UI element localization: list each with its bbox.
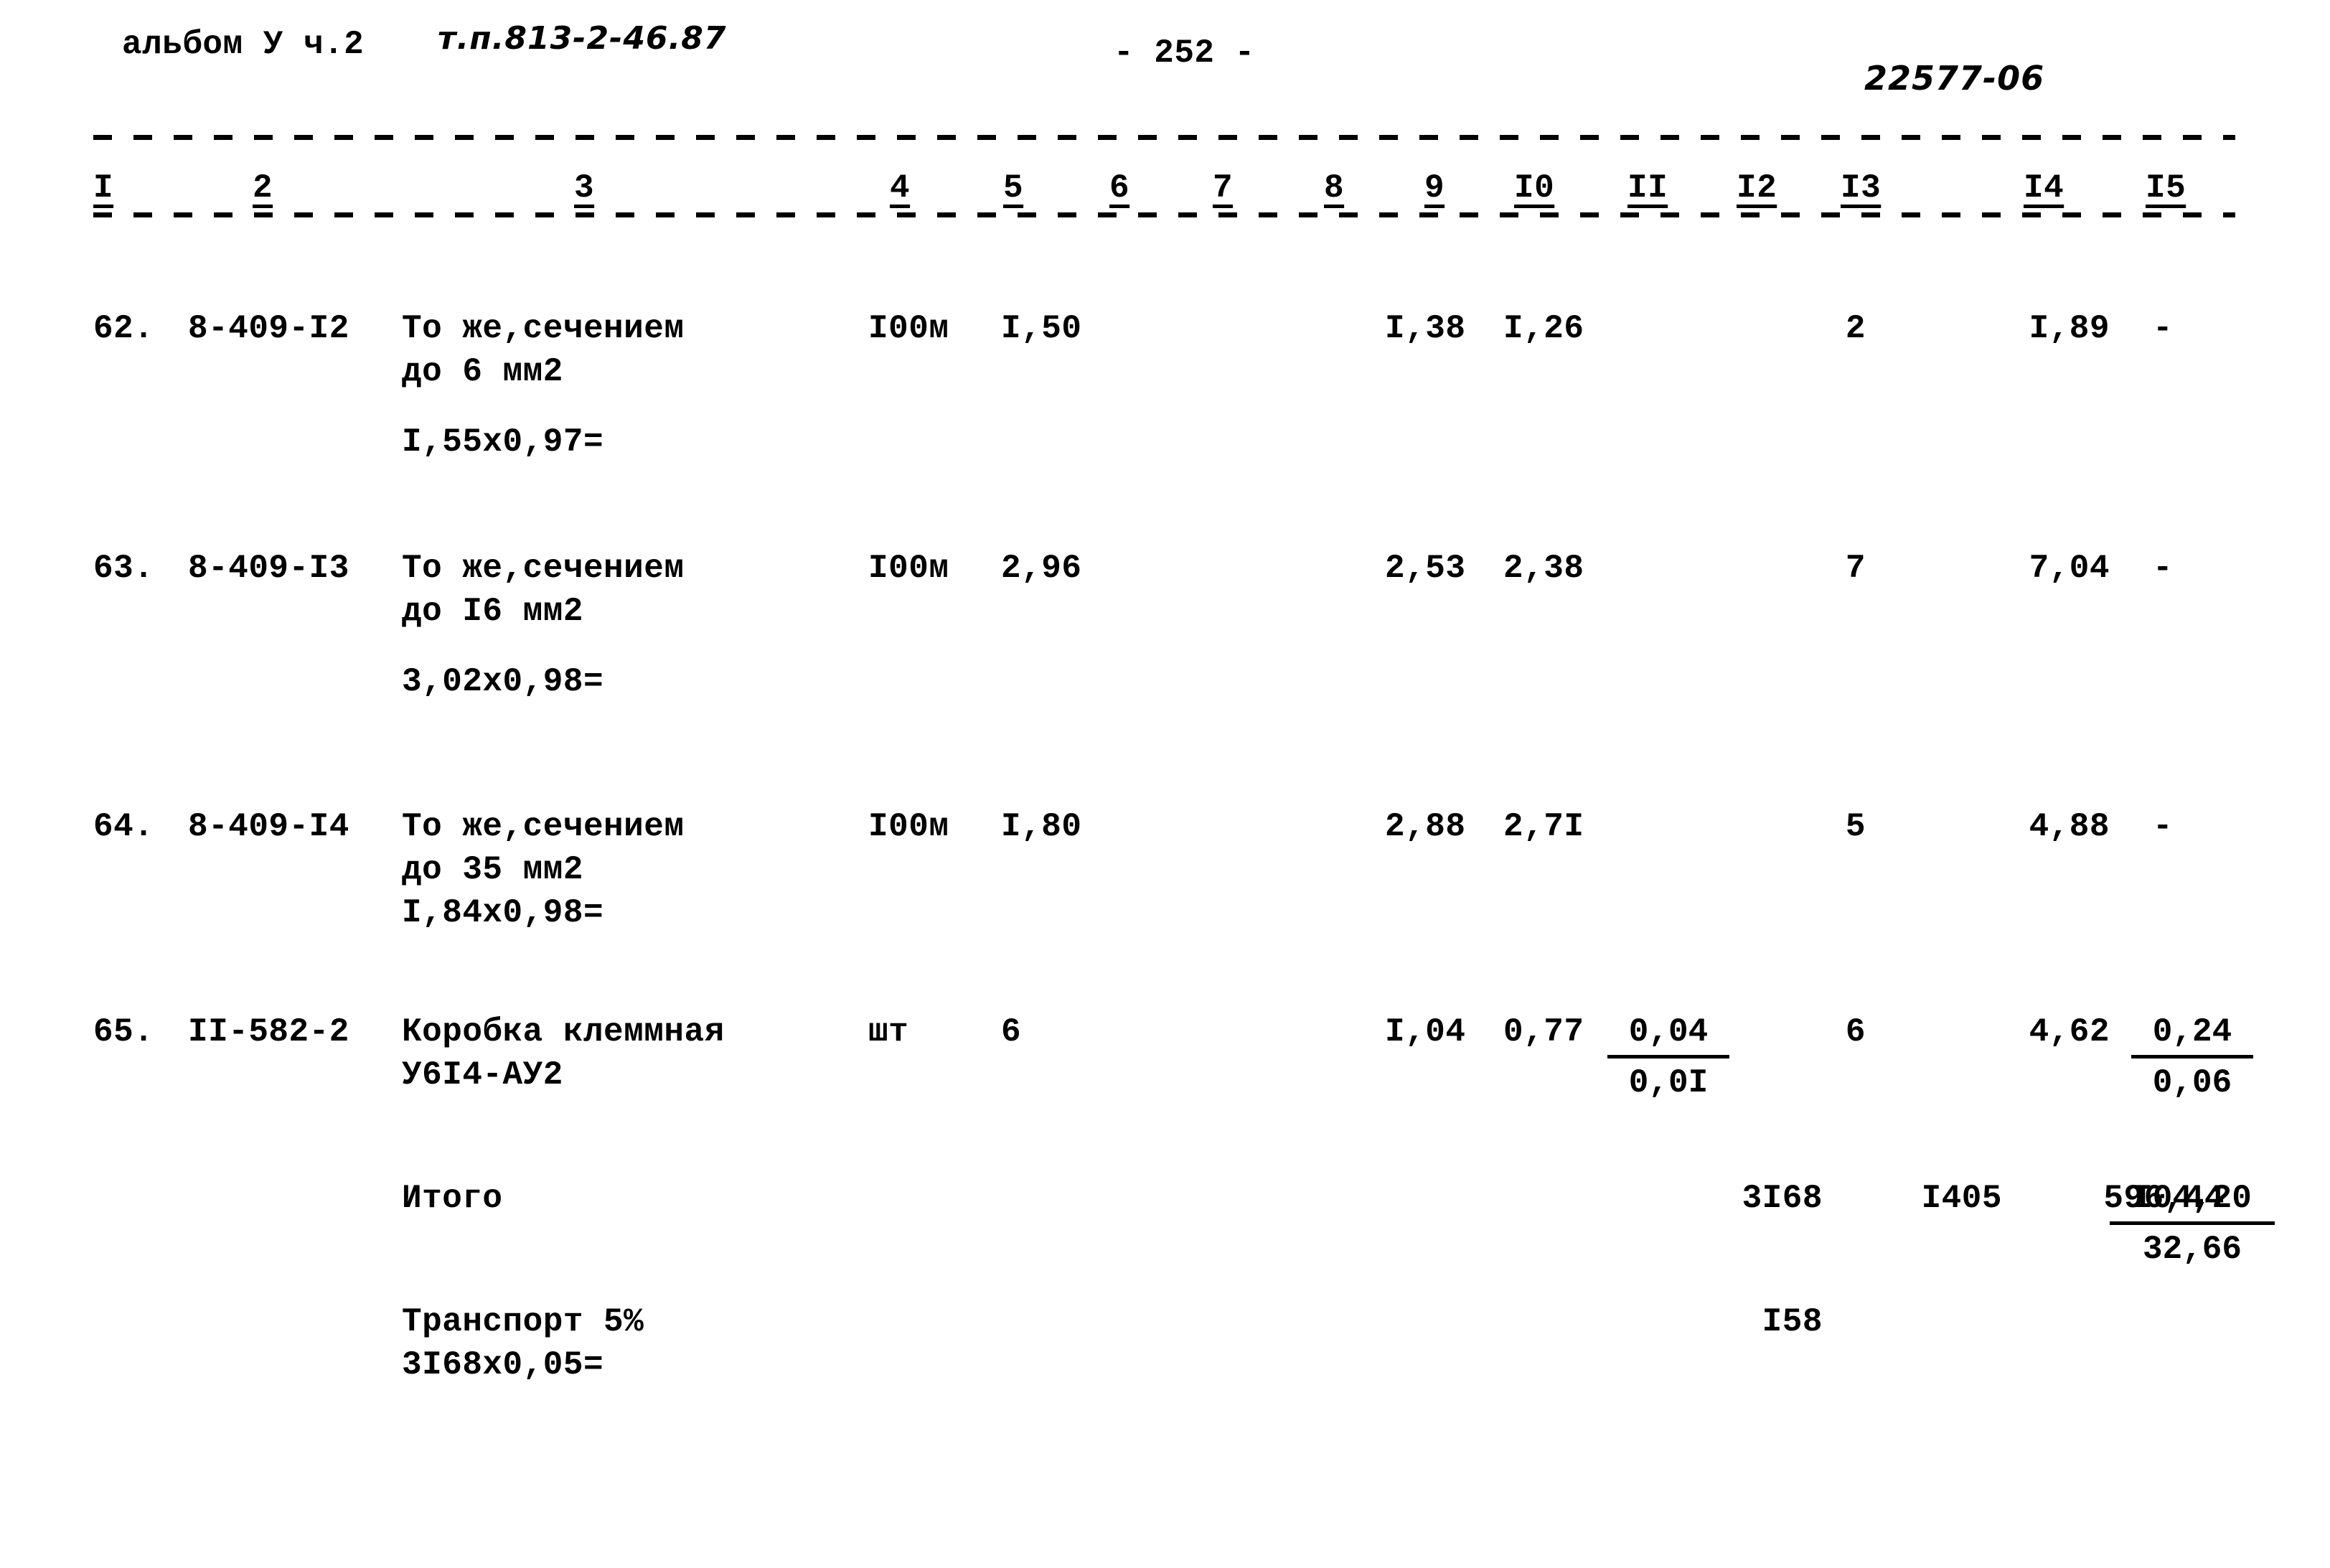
row-name-line-2: до 35 мм2 [402,851,583,888]
row-name-line-1: То же,сечением [402,550,685,587]
row-col15: - [2153,550,2174,587]
row-unit: шт [868,1013,909,1051]
row-name-line-1: То же,сечением [402,310,685,347]
row-col13: 7 [1845,550,1866,587]
row-name-line-2: до I6 мм2 [402,593,583,630]
row-code: II-582-2 [188,1013,349,1051]
row-quantity: 6 [1001,1013,1022,1051]
row-col13: 6 [1845,1013,1866,1051]
row-name-line-2: до 6 мм2 [402,353,563,390]
row-col10: 2,38 [1503,550,1584,587]
row-name-line-2: У6I4-АУ2 [402,1056,563,1094]
totals-col15-numerator: I04,20 [2110,1177,2275,1225]
row-unit: I00м [868,550,949,587]
row-col10: 2,7I [1503,808,1584,845]
row-number: 62. [93,310,154,347]
row-code: 8-409-I4 [188,808,349,845]
row-code: 8-409-I2 [188,310,349,347]
row-col15-denominator: 0,06 [2152,1064,2232,1102]
row-col10: 0,77 [1503,1013,1584,1051]
row-col11-denominator: 0,0I [1628,1064,1709,1102]
row-code: 8-409-I3 [188,550,349,587]
row-calculation: I,55x0,97= [402,423,604,461]
row-col14: 7,04 [2029,550,2110,587]
row-col9: I,38 [1385,310,1466,347]
row-unit: I00м [868,808,949,845]
row-col15: - [2153,808,2174,845]
row-number: 64. [93,808,154,845]
row-col14: 4,88 [2029,808,2110,845]
row-col11-numerator: 0,04 [1607,1010,1729,1058]
transport-col12: I58 [1762,1303,1823,1341]
row-col9: 2,88 [1385,808,1466,845]
row-calculation: I,84x0,98= [402,894,604,931]
row-quantity: I,50 [1001,310,1082,347]
row-name-line-1: То же,сечением [402,808,685,845]
row-col11-fraction: 0,04 0,0I [1607,1010,1729,1104]
row-col15-numerator: 0,24 [2131,1010,2253,1058]
totals-col12: 3I68 [1742,1180,1823,1217]
estimate-table-body: 62. 8-409-I2 То же,сечением до 6 мм2 I,5… [0,0,2330,1568]
row-col10: I,26 [1503,310,1584,347]
transport-label: Транспорт 5% [402,1303,644,1341]
totals-col15-denominator: 32,66 [2142,1231,2242,1268]
row-col13: 5 [1845,808,1866,845]
row-col9: 2,53 [1385,550,1466,587]
row-col9: I,04 [1385,1013,1466,1051]
row-quantity: 2,96 [1001,550,1082,587]
row-col14: I,89 [2029,310,2110,347]
row-col15-fraction: 0,24 0,06 [2131,1010,2253,1104]
row-name-line-1: Коробка клеммная [402,1013,725,1051]
totals-label: Итого [402,1180,503,1217]
row-col13: 2 [1845,310,1866,347]
row-quantity: I,80 [1001,808,1082,845]
row-calculation: 3,02x0,98= [402,663,604,700]
row-number: 65. [93,1013,154,1051]
row-number: 63. [93,550,154,587]
row-col14: 4,62 [2029,1013,2110,1051]
row-col15: - [2153,310,2174,347]
row-unit: I00м [868,310,949,347]
totals-col15-fraction: I04,20 32,66 [2110,1177,2275,1271]
transport-calculation: 3I68x0,05= [402,1346,604,1384]
